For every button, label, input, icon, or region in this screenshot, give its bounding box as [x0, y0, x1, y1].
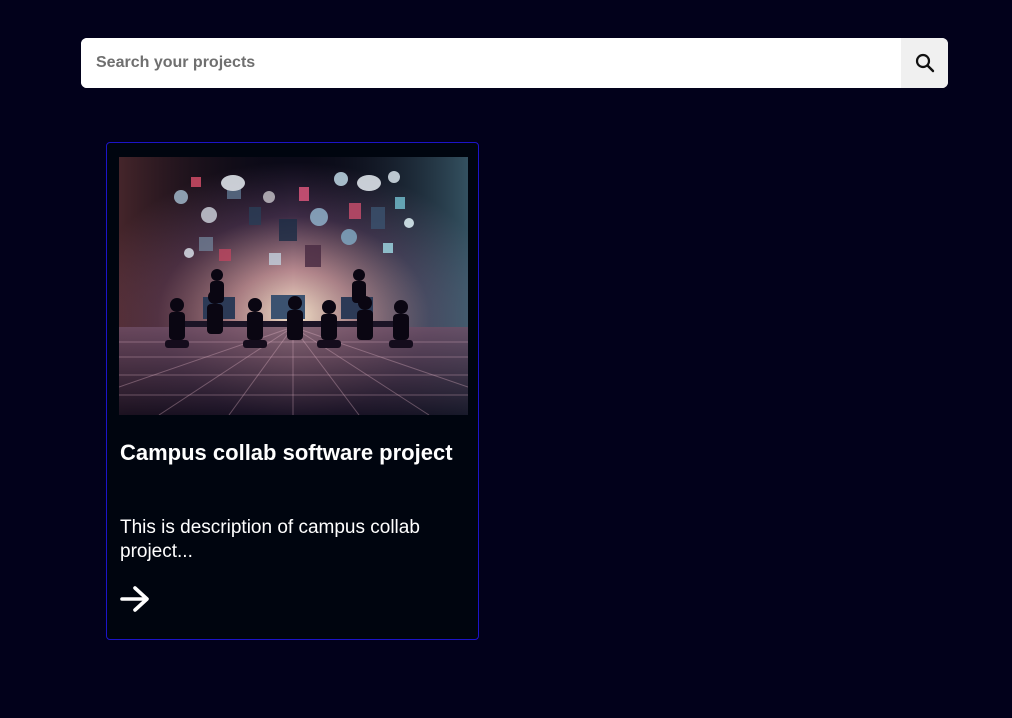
search-input[interactable]: [81, 38, 901, 88]
project-card: Campus collab software project This is d…: [106, 142, 479, 640]
arrow-right-icon: [120, 586, 149, 612]
project-description: This is description of campus collab pro…: [120, 517, 420, 562]
open-project-link[interactable]: [119, 585, 151, 613]
project-image: [119, 157, 468, 415]
search-icon: [915, 53, 934, 73]
search-button[interactable]: [901, 38, 948, 88]
search-bar: [81, 38, 948, 88]
project-title: Campus collab software project: [120, 440, 453, 465]
